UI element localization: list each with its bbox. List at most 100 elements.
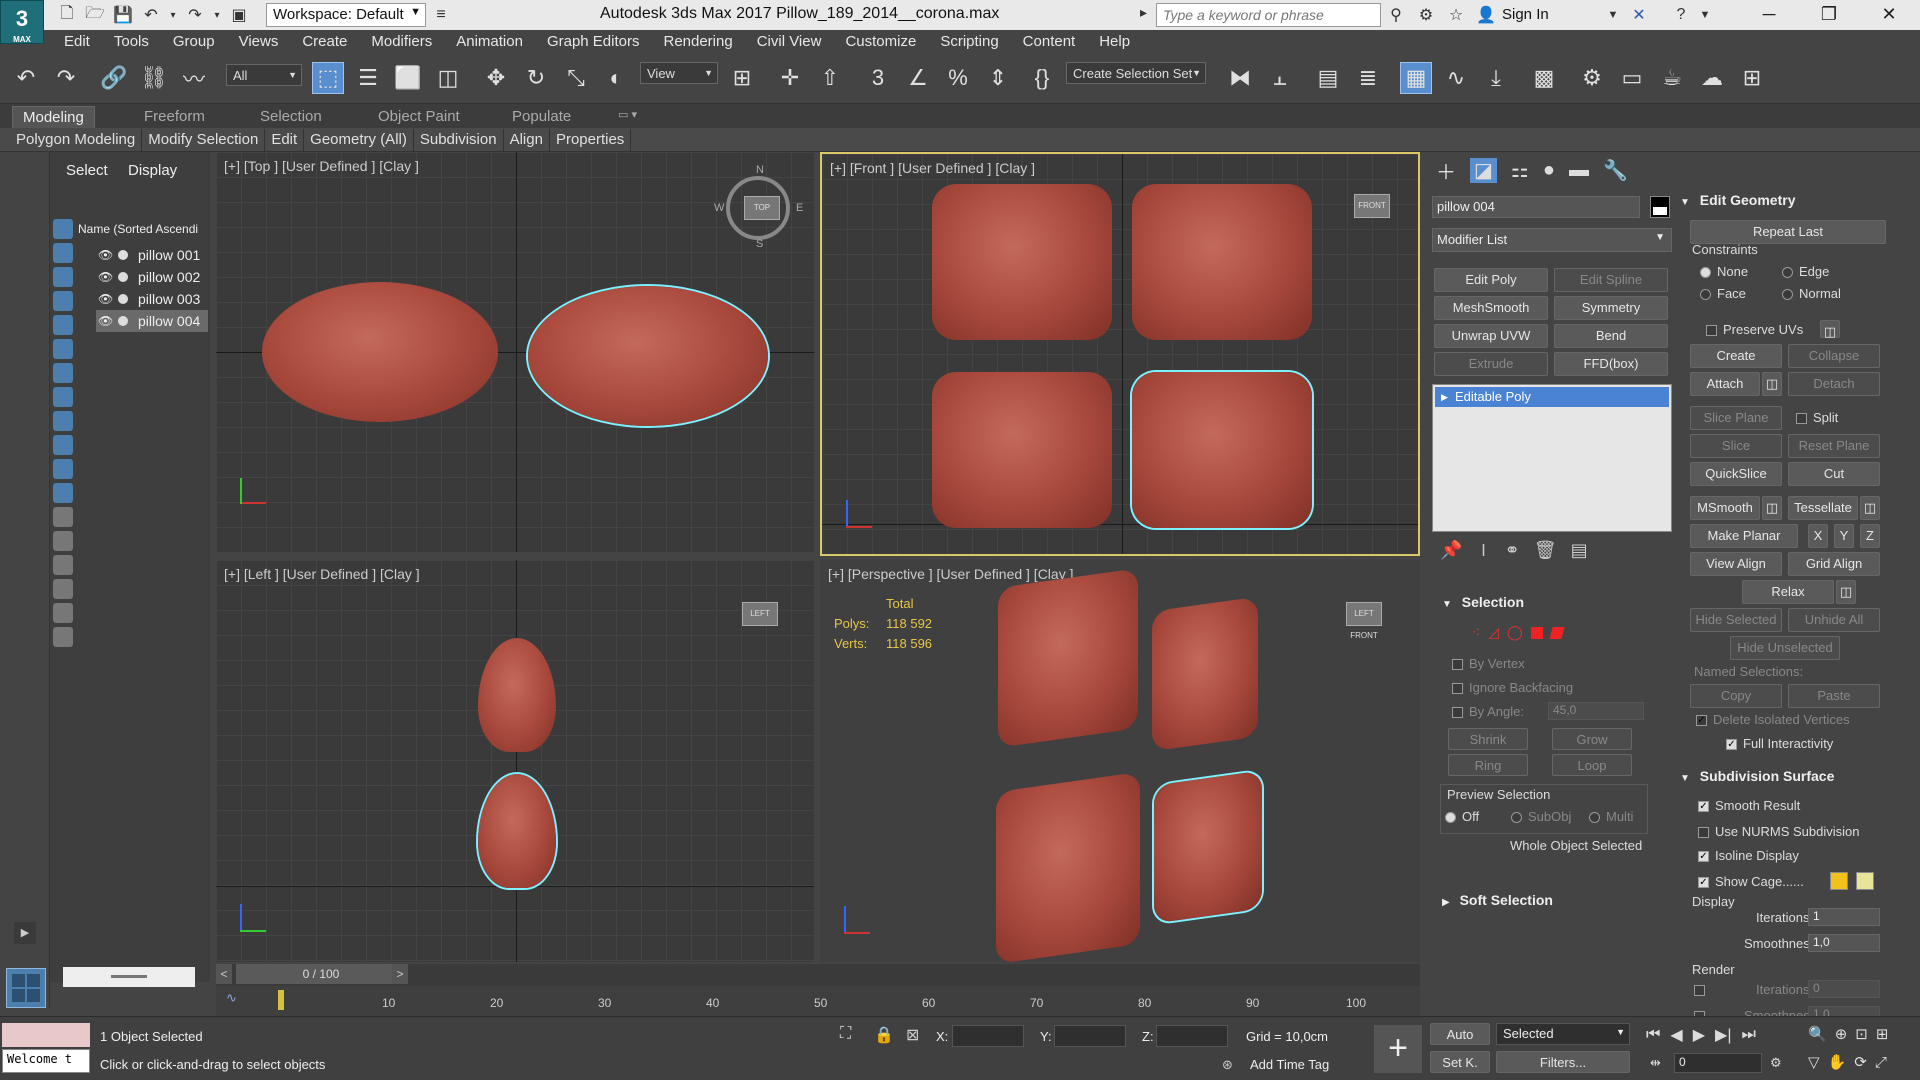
planar-y-button[interactable]: Y: [1834, 524, 1854, 548]
relax-button[interactable]: Relax: [1742, 580, 1834, 604]
redo-icon[interactable]: ↷: [184, 4, 206, 26]
angle-snap-icon[interactable]: ∠: [902, 62, 934, 94]
display-spacewarps-icon[interactable]: [53, 339, 73, 359]
tab-populate[interactable]: Populate: [502, 106, 581, 128]
loop-button[interactable]: Loop: [1552, 754, 1632, 776]
zoom-extents-icon[interactable]: ⊡: [1855, 1025, 1868, 1043]
go-to-end-icon[interactable]: ⏭: [1742, 1026, 1756, 1044]
grid-align-button[interactable]: Grid Align: [1788, 552, 1880, 576]
scene-item-pillow-002[interactable]: 👁 pillow 002: [96, 266, 208, 288]
zoom-extents-all-icon[interactable]: ⊞: [1876, 1025, 1889, 1043]
preview-off-radio[interactable]: Off: [1445, 809, 1479, 824]
pillow-001-front[interactable]: [932, 184, 1112, 340]
eye-icon[interactable]: 👁: [98, 266, 113, 288]
app-logo[interactable]: 3 MAX: [0, 0, 44, 44]
viewport-perspective[interactable]: [+] [Perspective ] [User Defined ] [Clay…: [820, 560, 1420, 962]
viewport-left[interactable]: [+] [Left ] [User Defined ] [Clay ] LEFT: [216, 560, 814, 962]
display-xrefs-icon[interactable]: [53, 387, 73, 407]
display-none-icon[interactable]: [53, 531, 73, 551]
a360-gallery-icon[interactable]: ⊞: [1736, 62, 1768, 94]
reference-coordinate-dropdown[interactable]: View ▼: [640, 62, 718, 84]
viewport-top[interactable]: [+] [Top ] [User Defined ] [Clay ] TOP N…: [216, 152, 814, 552]
time-prev-button[interactable]: <: [216, 964, 232, 984]
menu-content[interactable]: Content: [1011, 30, 1088, 54]
meshsmooth-button[interactable]: MeshSmooth: [1434, 296, 1548, 320]
display-geometry-icon[interactable]: [53, 219, 73, 239]
vertex-icon[interactable]: ⁖: [1472, 624, 1480, 641]
tab-selection[interactable]: Selection: [250, 106, 332, 128]
time-slider-thumb[interactable]: 0 / 100: [236, 964, 406, 984]
display-containers-icon[interactable]: [53, 435, 73, 455]
minimize-button[interactable]: ─: [1746, 2, 1792, 28]
grow-button[interactable]: Grow: [1552, 728, 1632, 750]
angle-spinner[interactable]: 45,0: [1548, 702, 1644, 720]
by-vertex-checkbox[interactable]: By Vertex: [1452, 656, 1525, 671]
modify-tab-icon[interactable]: ◪: [1470, 158, 1497, 183]
constraint-face-radio[interactable]: Face: [1700, 286, 1746, 301]
by-angle-checkbox[interactable]: By Angle:: [1452, 704, 1524, 719]
unlink-icon[interactable]: ⛓: [138, 62, 170, 94]
selection-lock-icon[interactable]: 🔒: [874, 1025, 894, 1045]
expand-triangle-icon[interactable]: ▶: [1441, 387, 1448, 407]
menu-graph-editors[interactable]: Graph Editors: [535, 30, 652, 54]
preview-multi-radio[interactable]: Multi: [1589, 809, 1633, 824]
eye-icon[interactable]: 👁: [98, 244, 113, 266]
link-icon[interactable]: 🔗: [98, 62, 130, 94]
explorer-footer-field[interactable]: [63, 967, 195, 987]
iterations-spinner[interactable]: 1: [1808, 908, 1880, 926]
percent-snap-icon[interactable]: %: [942, 62, 974, 94]
slice-plane-button[interactable]: Slice Plane: [1690, 406, 1782, 430]
object-color-swatch[interactable]: [1650, 196, 1670, 218]
configure-modifier-sets-icon[interactable]: ▤: [1571, 540, 1588, 561]
pillow-003-front[interactable]: [932, 372, 1112, 528]
tessellate-button[interactable]: Tessellate: [1788, 496, 1858, 520]
set-key-button[interactable]: Set K.: [1430, 1051, 1490, 1073]
rendered-frame-icon[interactable]: ▭: [1616, 62, 1648, 94]
rotate-icon[interactable]: ↻: [520, 62, 552, 94]
cage-color-swatch-2[interactable]: [1856, 872, 1874, 890]
reset-plane-button[interactable]: Reset Plane: [1788, 434, 1880, 458]
cage-color-swatch-1[interactable]: [1830, 872, 1848, 890]
layer-explorer-icon[interactable]: ▤: [1312, 62, 1344, 94]
edit-poly-button[interactable]: Edit Poly: [1434, 268, 1548, 292]
use-nurms-checkbox[interactable]: Use NURMS Subdivision: [1698, 824, 1860, 839]
display-hidden-icon[interactable]: [53, 483, 73, 503]
motion-tab-icon[interactable]: ●: [1543, 159, 1555, 182]
y-coord-field[interactable]: [1054, 1025, 1126, 1047]
extrude-button[interactable]: Extrude: [1434, 352, 1548, 376]
exchange-icon[interactable]: ✕: [1628, 4, 1650, 26]
slice-button[interactable]: Slice: [1690, 434, 1782, 458]
viewport-label[interactable]: [+] [Perspective ] [User Defined ] [Clay…: [828, 566, 1074, 582]
planar-x-button[interactable]: X: [1808, 524, 1828, 548]
scene-item-pillow-001[interactable]: 👁 pillow 001: [96, 244, 208, 266]
place-icon[interactable]: ◐: [600, 62, 632, 94]
trackbar[interactable]: ∿ 10 20 30 40 50 60 70 80 90 100: [216, 986, 1420, 1016]
auto-key-button[interactable]: Auto: [1430, 1023, 1490, 1045]
constraint-edge-radio[interactable]: Edge: [1782, 264, 1829, 279]
ribbon-options-icon[interactable]: ▭ ▾: [608, 106, 647, 128]
go-to-start-icon[interactable]: ⏮: [1646, 1026, 1660, 1044]
render-iterations-checkbox[interactable]: [1694, 982, 1711, 997]
star-icon[interactable]: ☆: [1445, 4, 1467, 26]
pan-icon[interactable]: ✋: [1828, 1053, 1847, 1071]
previous-frame-icon[interactable]: ◀: [1670, 1025, 1682, 1045]
remove-modifier-icon[interactable]: 🗑: [1534, 540, 1557, 561]
tab-object-paint[interactable]: Object Paint: [368, 106, 470, 128]
scene-item-pillow-003[interactable]: 👁 pillow 003: [96, 288, 208, 310]
save-icon[interactable]: 💾: [112, 4, 134, 26]
smooth-result-checkbox[interactable]: ✓ Smooth Result: [1698, 798, 1800, 813]
display-all-icon[interactable]: [53, 507, 73, 527]
move-icon[interactable]: ✥: [480, 62, 512, 94]
help-dropdown-icon[interactable]: ▼: [1694, 4, 1716, 26]
panel-polygon-modeling[interactable]: Polygon Modeling: [10, 128, 143, 151]
viewcube-front[interactable]: FRONT: [1354, 194, 1390, 218]
hide-selected-button[interactable]: Hide Selected: [1690, 608, 1782, 632]
tessellate-settings-button[interactable]: ◫: [1860, 496, 1880, 520]
time-tag-icon[interactable]: ⊛: [1222, 1057, 1233, 1073]
scene-item-pillow-004[interactable]: 👁 pillow 004: [96, 310, 208, 332]
tab-modeling[interactable]: Modeling: [12, 106, 95, 128]
make-unique-icon[interactable]: ⚭: [1505, 540, 1520, 561]
filters-button[interactable]: Filters...: [1496, 1051, 1630, 1073]
unhide-all-button[interactable]: Unhide All: [1788, 608, 1880, 632]
smoothness-spinner[interactable]: 1,0: [1808, 934, 1880, 952]
